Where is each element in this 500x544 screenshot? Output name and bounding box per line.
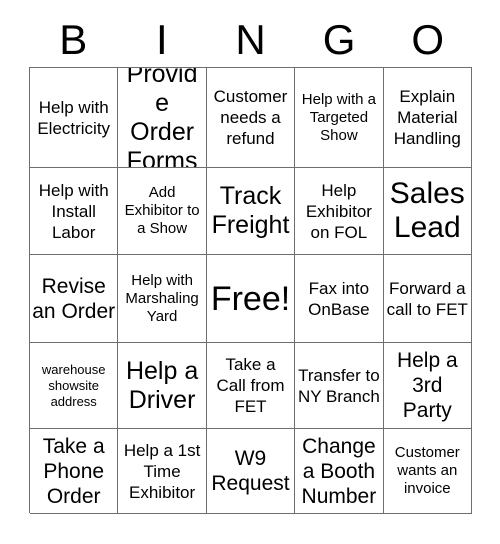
bingo-cell-r4c5[interactable]: Help a 3rd Party [383, 343, 472, 429]
bingo-cell-label: Fax into OnBase [308, 278, 370, 319]
bingo-cell-label: Provide Order Forms [126, 68, 198, 168]
bingo-cell-label: Help with Marshaling Yard [125, 271, 199, 325]
bingo-header-letter-n: N [235, 16, 266, 63]
bingo-header-letter-i: I [156, 16, 168, 63]
bingo-cell-label: Help with Install Labor [38, 180, 109, 242]
bingo-cell-r2c2[interactable]: Add Exhibitor to a Show [118, 168, 207, 255]
bingo-cell-r3c3[interactable]: Free! [206, 255, 296, 343]
bingo-cell-r5c3[interactable]: W9 Request [206, 429, 296, 514]
bingo-cell-r1c1[interactable]: Help with Electricity [30, 68, 119, 168]
bingo-header-letter-o: O [411, 16, 444, 63]
bingo-cell-r2c5[interactable]: Sales Lead [383, 168, 472, 255]
bingo-cell-r3c2[interactable]: Help with Marshaling Yard [118, 255, 207, 343]
bingo-cell-label: Change a Booth Number [301, 434, 377, 508]
bingo-cell-r4c2[interactable]: Help a Driver [118, 343, 207, 429]
bingo-cell-label: Take a Phone Order [42, 434, 105, 508]
bingo-cell-r2c1[interactable]: Help with Install Labor [30, 168, 119, 255]
bingo-cell-label: Explain Material Handling [393, 87, 461, 148]
bingo-cell-label: Help a Driver [125, 356, 199, 414]
bingo-cell-r4c4[interactable]: Transfer to NY Branch [295, 343, 384, 429]
bingo-cell-label: Add Exhibitor to a Show [124, 184, 200, 237]
bingo-cell-r1c5[interactable]: Explain Material Handling [383, 68, 472, 168]
bingo-cell-label: Help Exhibitor on FOL [305, 180, 372, 242]
bingo-cell-r5c5[interactable]: Customer wants an invoice [383, 429, 472, 514]
bingo-cell-r1c3[interactable]: Customer needs a refund [206, 68, 296, 168]
bingo-cell-label: Help a 1st Time Exhibitor [123, 440, 201, 502]
bingo-cell-label: Customer needs a refund [213, 87, 288, 148]
bingo-cell-r5c1[interactable]: Take a Phone Order [30, 429, 119, 514]
bingo-cell-r3c5[interactable]: Forward a call to FET [383, 255, 472, 343]
bingo-header-letter-g: G [322, 16, 356, 63]
bingo-cell-r2c4[interactable]: Help Exhibitor on FOL [295, 168, 384, 255]
bingo-cell-r3c4[interactable]: Fax into OnBase [295, 255, 384, 343]
bingo-cell-label: Help a 3rd Party [396, 349, 458, 422]
bingo-cell-label: Help with a Targeted Show [301, 90, 376, 144]
bingo-cell-r5c4[interactable]: Change a Booth Number [295, 429, 384, 514]
bingo-cell-label: Transfer to NY Branch [297, 365, 380, 406]
bingo-cell-r2c3[interactable]: Track Freight [206, 168, 296, 255]
bingo-cell-label: Revise an Order [32, 274, 116, 323]
bingo-header-letter-b: B [59, 16, 88, 63]
bingo-cell-r4c3[interactable]: Take a Call from FET [206, 343, 296, 429]
bingo-cell-r5c2[interactable]: Help a 1st Time Exhibitor [118, 429, 207, 514]
bingo-cell-r1c4[interactable]: Help with a Targeted Show [295, 68, 384, 168]
bingo-header: BINGO [29, 14, 472, 66]
bingo-cell-label: Take a Call from FET [216, 355, 285, 416]
bingo-cell-label: Free! [210, 279, 291, 318]
bingo-card: B I N G O Help with Electricity Provide Order… [0, 0, 500, 544]
bingo-cell-label: Sales Lead [389, 177, 465, 244]
bingo-cell-label: warehouse showsite address [41, 361, 106, 409]
bingo-cell-label: Customer wants an invoice [394, 444, 460, 497]
bingo-grid: Help with Electricity Provide Order Forms… [29, 67, 472, 514]
bingo-cell-r1c2[interactable]: Provide Order Forms [118, 68, 207, 168]
bingo-cell-r3c1[interactable]: Revise an Order [30, 255, 119, 343]
bingo-cell-label: Track Freight [211, 182, 290, 239]
bingo-cell-r4c1[interactable]: warehouse showsite address [30, 343, 119, 429]
bingo-cell-label: W9 Request [211, 447, 290, 495]
bingo-cell-label: Forward a call to FET [386, 278, 468, 319]
bingo-cell-label: Help with Electricity [37, 97, 111, 138]
